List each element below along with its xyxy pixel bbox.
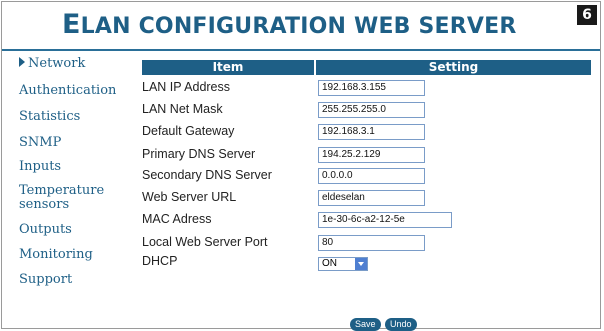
page-title: ELAN CONFIGURATION WEB SERVER <box>62 9 517 40</box>
title-initial: E <box>62 9 81 40</box>
row-label-gateway: Default Gateway <box>142 124 235 138</box>
row-label-secondary-dns: Secondary DNS Server <box>142 168 272 182</box>
chevron-down-icon[interactable] <box>355 258 367 270</box>
row-label-web-server-url: Web Server URL <box>142 190 237 204</box>
mac-address-input[interactable]: 1e-30-6c-a2-12-5e <box>318 212 452 228</box>
column-header-setting: Setting <box>316 60 591 75</box>
column-header-item: Item <box>142 60 314 75</box>
page-number-badge: 6 <box>577 5 597 25</box>
sidebar-item-outputs[interactable]: Outputs <box>19 223 72 237</box>
sidebar-item-label: Network <box>28 56 86 71</box>
sidebar-item-label: Inputs <box>19 159 62 174</box>
sidebar-item-label: Outputs <box>19 222 72 237</box>
sidebar-item-statistics[interactable]: Statistics <box>19 110 80 124</box>
sidebar-item-inputs[interactable]: Inputs <box>19 160 61 174</box>
row-label-dhcp: DHCP <box>142 254 178 268</box>
title-rest: LAN CONFIGURATION WEB SERVER <box>80 14 517 39</box>
active-arrow-icon <box>19 57 25 67</box>
lan-net-mask-input[interactable]: 255.255.255.0 <box>318 102 425 118</box>
header-divider <box>2 49 600 51</box>
sidebar-item-temperature-sensors[interactable]: Temperature sensors <box>19 184 124 212</box>
save-button[interactable]: Save <box>350 318 381 331</box>
row-label-mac-address: MAC Adress <box>142 212 212 226</box>
web-server-url-input[interactable]: eldeselan <box>318 190 425 206</box>
sidebar-item-label: Temperature sensors <box>19 183 105 212</box>
sidebar-item-label: Support <box>19 272 73 287</box>
row-label-lan-ip: LAN IP Address <box>142 80 231 94</box>
sidebar-item-label: Monitoring <box>19 247 93 262</box>
sidebar-item-monitoring[interactable]: Monitoring <box>19 248 93 262</box>
undo-button[interactable]: Undo <box>385 318 417 331</box>
sidebar-item-network[interactable]: Network <box>19 57 85 71</box>
sidebar-item-label: SNMP <box>19 135 62 150</box>
sidebar-item-support[interactable]: Support <box>19 273 72 287</box>
local-web-server-port-input[interactable]: 80 <box>318 235 425 251</box>
sidebar-item-label: Authentication <box>19 83 117 98</box>
dhcp-select[interactable]: ON <box>318 257 368 271</box>
page-frame: ELAN CONFIGURATION WEB SERVER 6 Network … <box>1 1 601 331</box>
secondary-dns-input[interactable]: 0.0.0.0 <box>318 168 425 184</box>
dhcp-selected-value: ON <box>322 258 337 269</box>
row-label-primary-dns: Primary DNS Server <box>142 147 256 161</box>
row-label-port: Local Web Server Port <box>142 235 268 249</box>
primary-dns-input[interactable]: 194.25.2.129 <box>318 147 425 163</box>
sidebar-item-authentication[interactable]: Authentication <box>19 84 116 98</box>
default-gateway-input[interactable]: 192.168.3.1 <box>318 124 425 140</box>
sidebar-item-snmp[interactable]: SNMP <box>19 136 61 150</box>
lan-ip-address-input[interactable]: 192.168.3.155 <box>318 80 425 96</box>
sidebar-item-label: Statistics <box>19 109 81 124</box>
row-label-net-mask: LAN Net Mask <box>142 102 223 116</box>
